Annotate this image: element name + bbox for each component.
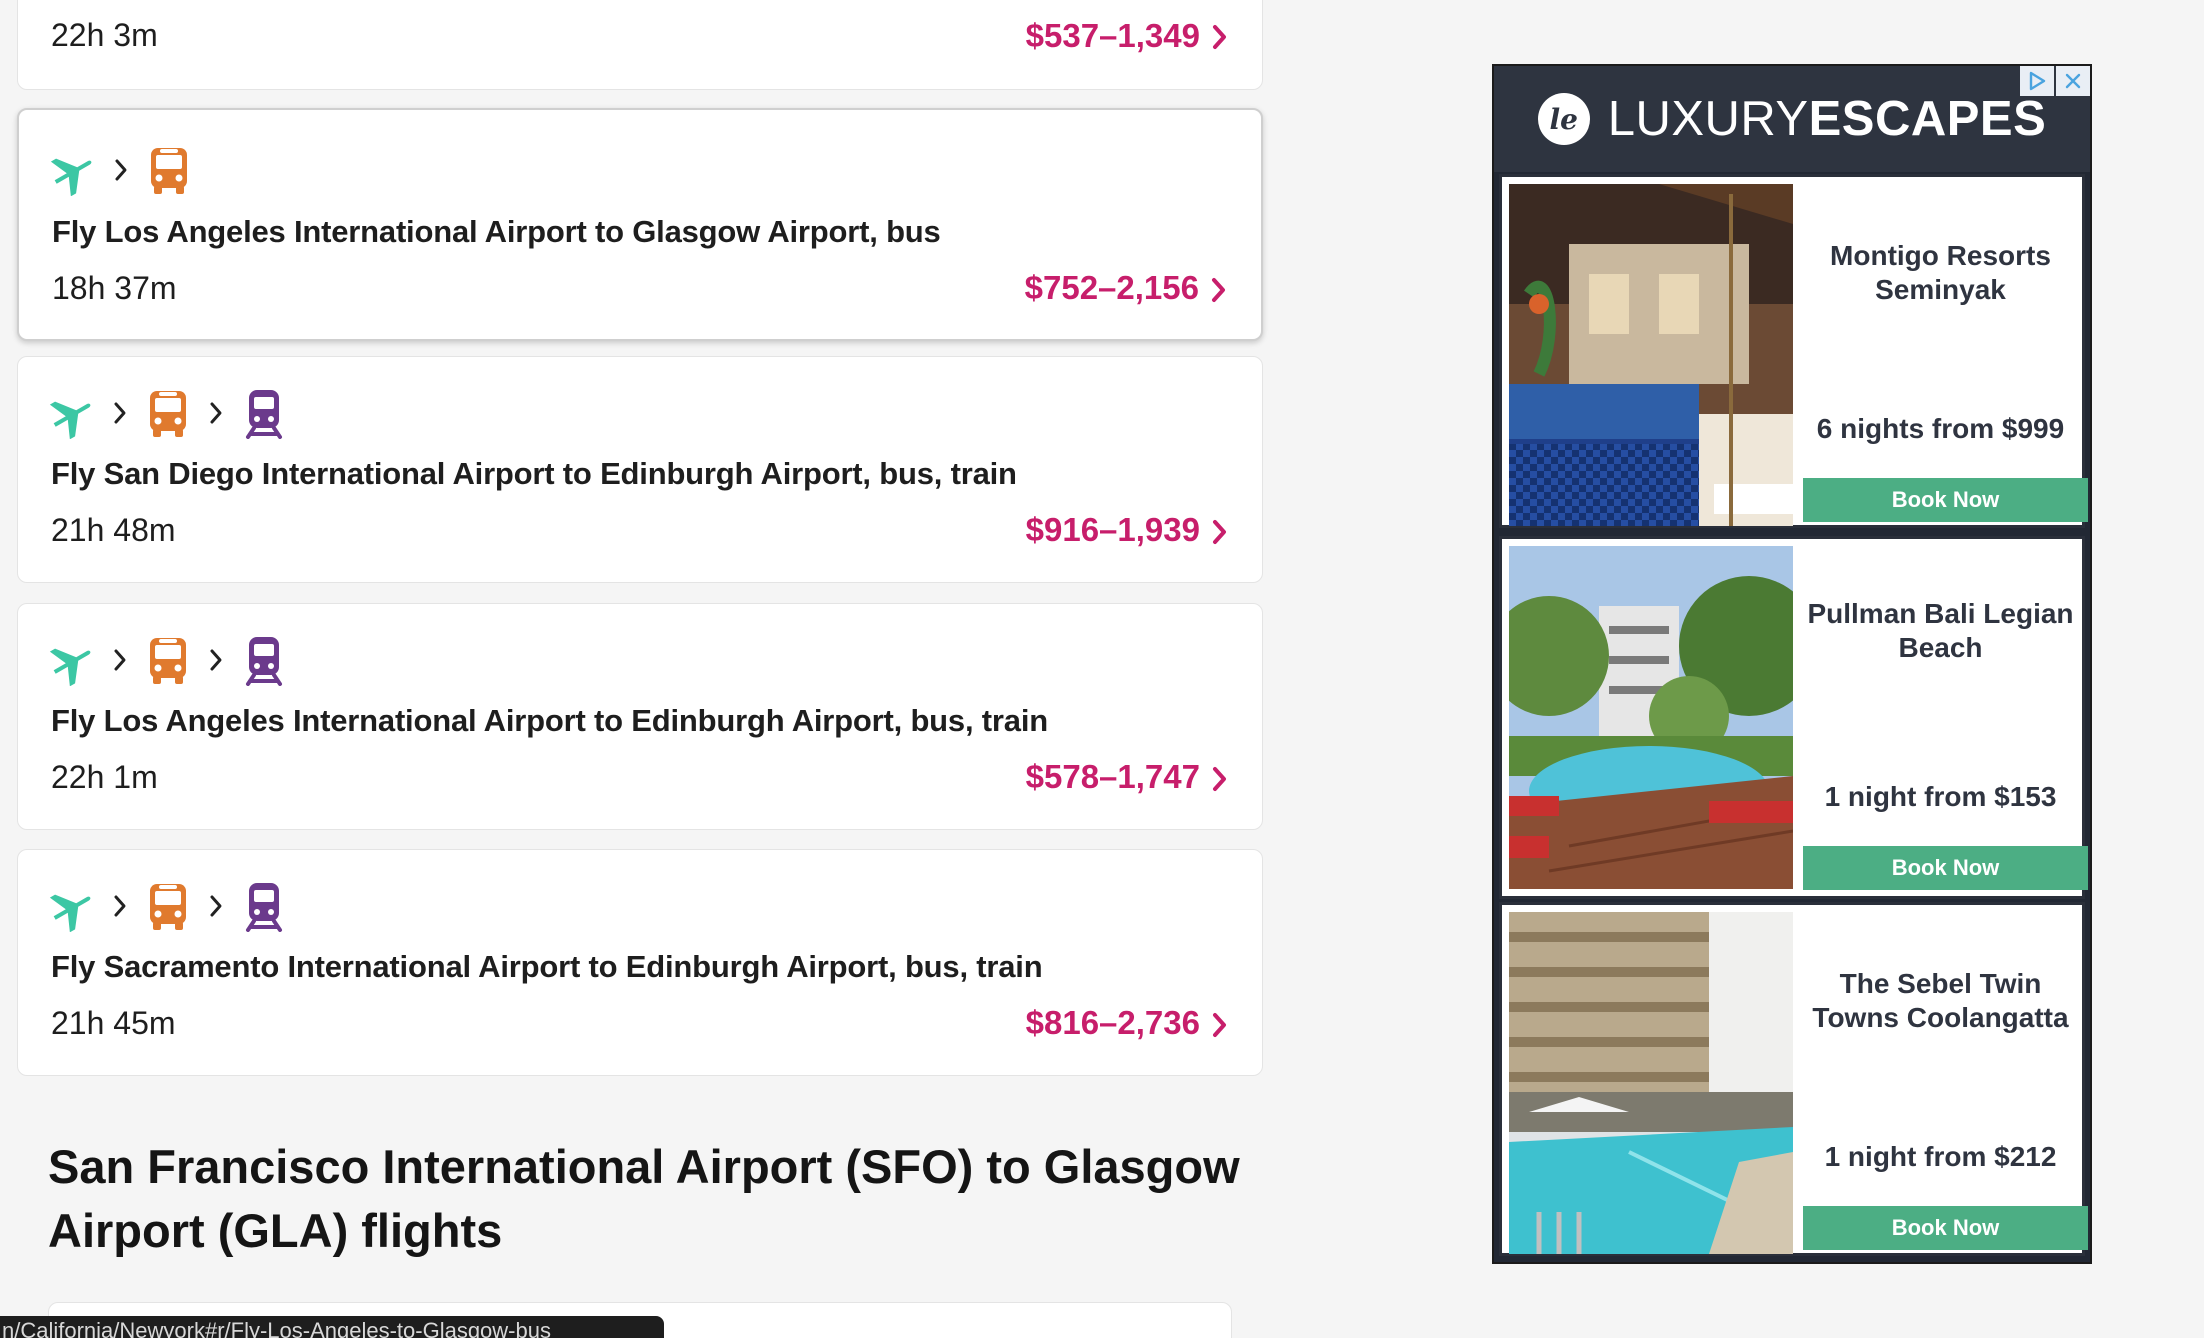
route-price[interactable]: $752–2,156 [1025, 269, 1199, 307]
ad-brand-light: LUXURY [1607, 92, 1809, 146]
chevron-right-icon [192, 880, 240, 932]
transport-modes [48, 880, 288, 932]
route-title[interactable]: Fly San Diego International Airport to E… [51, 456, 1017, 492]
route-card[interactable]: Fly Sacramento International Airport to … [17, 849, 1263, 1076]
chevron-right-icon [192, 387, 240, 439]
bus-icon [144, 880, 192, 932]
train-icon [240, 387, 288, 439]
route-price[interactable]: $816–2,736 [1026, 1004, 1200, 1042]
ad-brand-bold: ESCAPES [1808, 92, 2047, 146]
section-heading: San Francisco International Airport (SFO… [48, 1140, 1240, 1257]
book-now-button[interactable]: Book Now [1803, 478, 2088, 522]
plane-icon [48, 880, 96, 932]
hotel-offer-card[interactable]: Montigo Resorts Seminyak 6 nights from $… [1499, 174, 2088, 528]
route-card[interactable]: Fly San Diego International Airport to E… [17, 356, 1263, 583]
hotel-offer-price: 1 night from $212 [1824, 1141, 2057, 1172]
close-icon[interactable] [2056, 66, 2090, 96]
status-bar-url: n/California/Newyork#r/Fly-Los-Angeles-t… [0, 1316, 664, 1338]
transport-modes [49, 144, 193, 196]
bus-icon [144, 634, 192, 686]
route-price[interactable]: $916–1,939 [1026, 511, 1200, 549]
chevron-right-icon [96, 634, 144, 686]
bus-icon [145, 144, 193, 196]
route-card[interactable]: 22h 3m $537–1,349 [17, 0, 1263, 90]
hotel-offer-price: 6 nights from $999 [1816, 413, 2065, 444]
luxury-escapes-logo: le [1537, 93, 1590, 145]
hotel-name[interactable]: Montigo Resorts Seminyak [1799, 239, 2082, 307]
chevron-right-icon [97, 144, 145, 196]
route-card[interactable]: Fly Los Angeles International Airport to… [17, 603, 1263, 830]
route-duration: 18h 37m [52, 270, 177, 306]
plane-icon [49, 144, 97, 196]
chevron-right-icon [96, 387, 144, 439]
adchoices-icon[interactable] [2020, 66, 2054, 96]
book-now-button[interactable]: Book Now [1803, 846, 2088, 890]
train-icon [240, 880, 288, 932]
route-duration: 21h 48m [51, 512, 176, 548]
luxury-escapes-ad[interactable]: le LUXURYESCAPES Montigo Resorts Seminya… [1492, 64, 2092, 1264]
route-card[interactable]: Fly Los Angeles International Airport to… [17, 108, 1263, 341]
chevron-right-icon [1213, 767, 1226, 791]
route-price[interactable]: $537–1,349 [1026, 17, 1200, 55]
bus-icon [144, 387, 192, 439]
route-title[interactable]: Fly Sacramento International Airport to … [51, 949, 1043, 985]
route-title[interactable]: Fly Los Angeles International Airport to… [51, 703, 1048, 739]
train-icon [240, 634, 288, 686]
chevron-right-icon [1212, 278, 1225, 302]
hotel-offer-card[interactable]: Pullman Bali Legian Beach 1 night from $… [1499, 536, 2088, 899]
route-duration: 21h 45m [51, 1005, 176, 1041]
chevron-right-icon [192, 634, 240, 686]
ad-brand-name: LUXURYESCAPES [1608, 91, 2047, 147]
hotel-info: Montigo Resorts Seminyak 6 nights from $… [1799, 177, 2088, 525]
plane-icon [48, 387, 96, 439]
route-title[interactable]: Fly Los Angeles International Airport to… [52, 214, 941, 250]
hotel-name[interactable]: The Sebel Twin Towns Coolangatta [1799, 967, 2082, 1035]
route-duration: 22h 3m [51, 17, 158, 53]
chevron-right-icon [1213, 1013, 1226, 1037]
transport-modes [48, 634, 288, 686]
hotel-photo[interactable] [1509, 546, 1793, 889]
chevron-right-icon [1213, 520, 1226, 544]
hotel-info: The Sebel Twin Towns Coolangatta 1 night… [1799, 905, 2088, 1253]
route-duration: 22h 1m [51, 759, 158, 795]
ad-header[interactable]: le LUXURYESCAPES [1494, 66, 2090, 172]
plane-icon [48, 634, 96, 686]
book-now-button[interactable]: Book Now [1803, 1206, 2088, 1250]
hotel-name[interactable]: Pullman Bali Legian Beach [1799, 597, 2082, 665]
chevron-right-icon [1213, 25, 1226, 49]
hotel-photo[interactable] [1509, 184, 1793, 526]
hotel-offer-price: 1 night from $153 [1824, 781, 2057, 812]
chevron-right-icon [96, 880, 144, 932]
route-price[interactable]: $578–1,747 [1026, 758, 1200, 796]
hotel-info: Pullman Bali Legian Beach 1 night from $… [1799, 539, 2088, 890]
transport-modes [48, 387, 288, 439]
hotel-offer-card[interactable]: The Sebel Twin Towns Coolangatta 1 night… [1499, 902, 2088, 1256]
ad-choices[interactable] [2020, 66, 2090, 96]
hotel-photo[interactable] [1509, 912, 1793, 1254]
